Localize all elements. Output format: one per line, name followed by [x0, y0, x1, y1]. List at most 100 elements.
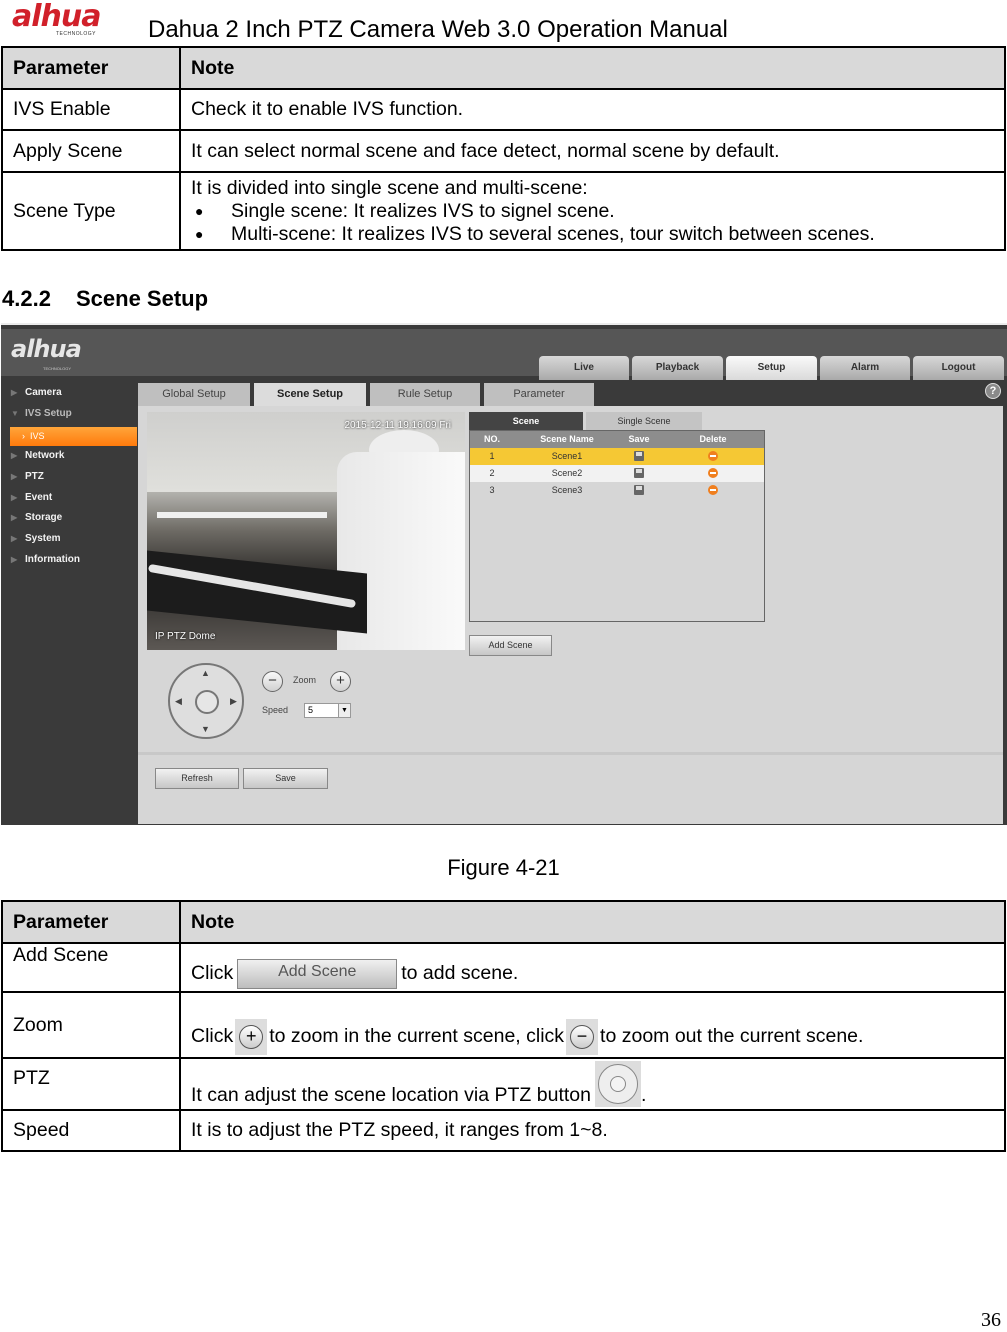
divider: [138, 752, 1003, 755]
expand-arrow-icon: ▶: [11, 451, 18, 460]
expand-arrow-icon: ▶: [11, 555, 18, 564]
sidebar-item-system[interactable]: ▶ System: [11, 531, 61, 547]
video-channel-name: IP PTZ Dome: [155, 631, 216, 642]
ptz-left-arrow-icon[interactable]: ◀: [175, 696, 182, 707]
bullet-item: ● Single scene: It realizes IVS to signel…: [191, 200, 994, 223]
scene-row[interactable]: 2 Scene2: [470, 465, 764, 482]
column-header-note: Note: [179, 46, 1006, 90]
sidebar-item-ptz[interactable]: ▶ PTZ: [11, 469, 44, 485]
note-cell: Click + to zoom in the current scene, clic…: [179, 991, 1006, 1059]
sidebar-item-ivs[interactable]: › IVS: [10, 427, 137, 446]
zoom-out-icon: −: [566, 1019, 599, 1055]
column-header-parameter: Parameter: [1, 900, 181, 944]
chevron-down-icon[interactable]: ▼: [338, 704, 350, 717]
param-cell: IVS Enable: [1, 88, 181, 131]
scene-table-header: NO. Scene Name Save Delete: [470, 431, 764, 448]
table-row: IVS Enable Check it to enable IVS functi…: [1, 88, 1006, 131]
scene-list-panel: Scene Single Scene NO. Scene Name Save D…: [469, 412, 765, 622]
table-header-row: Parameter Note: [1, 900, 1006, 944]
expand-arrow-icon: ▶: [11, 534, 18, 543]
add-scene-button[interactable]: Add Scene: [469, 635, 552, 656]
delete-icon[interactable]: [708, 468, 718, 478]
expand-arrow-icon: ▶: [11, 513, 18, 522]
tab-parameter[interactable]: Parameter: [484, 383, 594, 406]
sidebar-item-ivs-setup[interactable]: ▼ IVS Setup: [11, 406, 72, 422]
param-cell: Zoom: [1, 991, 181, 1059]
save-icon[interactable]: [634, 451, 644, 461]
scene-row[interactable]: 3 Scene3: [470, 482, 764, 499]
tab-scene[interactable]: Scene: [469, 412, 583, 430]
note-intro: It is divided into single scene and mult…: [191, 176, 588, 199]
page-number: 36: [981, 1309, 1001, 1331]
figure-caption: Figure 4-21: [447, 855, 560, 880]
page-header: alhua TECHNOLOGY Dahua 2 Inch PTZ Camera…: [0, 0, 1007, 46]
refresh-button[interactable]: Refresh: [155, 768, 239, 789]
delete-icon[interactable]: [708, 485, 718, 495]
ptz-pad-icon: [594, 1061, 641, 1107]
tab-rule-setup[interactable]: Rule Setup: [370, 383, 480, 406]
bullet-icon: ●: [195, 202, 204, 219]
zoom-in-button[interactable]: +: [330, 671, 351, 692]
sidebar-item-storage[interactable]: ▶ Storage: [11, 510, 62, 526]
expand-arrow-icon: ▶: [11, 472, 18, 481]
column-header-note: Note: [179, 900, 1006, 944]
table-row: Speed It is to adjust the PTZ speed, it …: [1, 1109, 1006, 1152]
section-title: Scene Setup: [76, 286, 209, 311]
param-cell: PTZ: [1, 1057, 181, 1111]
tab-global-setup[interactable]: Global Setup: [138, 383, 250, 406]
ptz-center-button[interactable]: [195, 690, 219, 714]
zoom-label: Zoom: [293, 675, 317, 685]
chevron-right-icon: ›: [22, 431, 30, 441]
table-row: Add Scene Click Add Scene to add scene.: [1, 942, 1006, 993]
table-row: PTZ It can adjust the scene location via…: [1, 1057, 1006, 1111]
ptz-right-arrow-icon[interactable]: ▶: [230, 696, 237, 707]
top-nav-bar: alhua TECHNOLOGY Live Playback Setup Ala…: [1, 329, 1007, 380]
ptz-down-arrow-icon[interactable]: ▼: [201, 724, 210, 734]
sidebar-item-event[interactable]: ▶ Event: [11, 490, 52, 506]
note-cell: It is divided into single scene and mult…: [179, 171, 1006, 251]
expand-arrow-icon: ▶: [11, 388, 18, 397]
sidebar-item-information[interactable]: ▶ Information: [11, 552, 80, 568]
note-cell: Click Add Scene to add scene.: [179, 942, 1006, 993]
save-icon[interactable]: [634, 485, 644, 495]
document-title: Dahua 2 Inch PTZ Camera Web 3.0 Operatio…: [148, 16, 728, 43]
speed-select[interactable]: 5 ▼: [304, 703, 351, 718]
dahua-logo: alhua TECHNOLOGY: [12, 0, 102, 38]
scene-row[interactable]: 1 Scene1: [470, 448, 764, 465]
sub-tab-bar: Global Setup Scene Setup Rule Setup Para…: [138, 376, 1007, 406]
save-icon[interactable]: [634, 468, 644, 478]
section-number: 4.2.2: [2, 286, 51, 311]
table-row: Scene Type It is divided into single sce…: [1, 171, 1006, 251]
bullet-icon: ●: [195, 225, 204, 242]
note-cell: It can select normal scene and face dete…: [179, 129, 1006, 173]
ptz-direction-pad: ▲ ▼ ◀ ▶: [168, 663, 244, 739]
live-video-view[interactable]: 2015-12-11 19:16:09 Fri IP PTZ Dome: [147, 412, 465, 650]
zoom-out-button[interactable]: −: [262, 671, 283, 692]
sidebar-item-camera[interactable]: ▶ Camera: [11, 385, 62, 401]
param-cell: Scene Type: [1, 171, 181, 251]
parameter-table-ivs: Parameter Note IVS Enable Check it to en…: [1, 46, 1006, 251]
sidebar-item-network[interactable]: ▶ Network: [11, 448, 64, 464]
video-timestamp: 2015-12-11 19:16:09 Fri: [344, 420, 451, 431]
save-button[interactable]: Save: [243, 768, 328, 789]
param-cell: Add Scene: [1, 942, 181, 993]
note-cell: It is to adjust the PTZ speed, it ranges…: [179, 1109, 1006, 1152]
collapse-arrow-icon: ▼: [11, 409, 19, 418]
tab-scene-setup[interactable]: Scene Setup: [254, 383, 366, 406]
scene-setup-content: 2015-12-11 19:16:09 Fri IP PTZ Dome Scen…: [138, 406, 1003, 824]
param-cell: Apply Scene: [1, 129, 181, 173]
table-row: Zoom Click + to zoom in the current scene,…: [1, 991, 1006, 1059]
bullet-item: ● Multi-scene: It realizes IVS to several…: [191, 223, 994, 246]
delete-icon[interactable]: [708, 451, 718, 461]
tab-single-scene[interactable]: Single Scene: [586, 412, 702, 430]
table-row: Apply Scene It can select normal scene a…: [1, 129, 1006, 173]
speed-label: Speed: [262, 705, 289, 715]
column-header-parameter: Parameter: [1, 46, 181, 90]
ptz-up-arrow-icon[interactable]: ▲: [201, 668, 210, 678]
scene-table: NO. Scene Name Save Delete 1 Scene1 2 Sc…: [469, 430, 765, 622]
help-icon[interactable]: ?: [985, 383, 1001, 399]
param-cell: Speed: [1, 1109, 181, 1152]
zoom-in-icon: +: [235, 1019, 268, 1055]
app-logo: alhua: [11, 335, 82, 363]
web-ui-screenshot: alhua TECHNOLOGY Live Playback Setup Ala…: [1, 323, 1007, 825]
